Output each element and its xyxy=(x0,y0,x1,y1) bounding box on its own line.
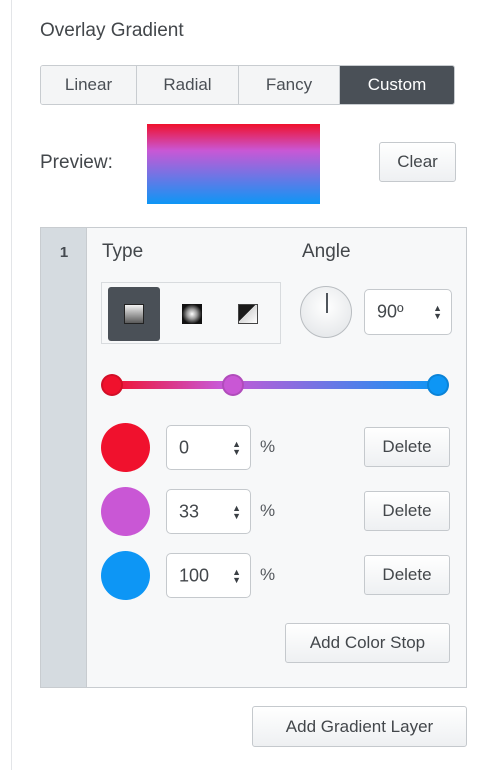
type-label: Type xyxy=(102,241,144,262)
stop-position-stepper[interactable]: 33 ▲ ▼ xyxy=(166,489,251,534)
stop-handle[interactable] xyxy=(427,374,449,396)
gradient-mode-tabs: Linear Radial Fancy Custom xyxy=(40,65,455,105)
linear-gradient-icon xyxy=(124,304,144,324)
angle-stepper[interactable]: 90º ▲ ▼ xyxy=(364,289,452,335)
stop-position-stepper[interactable]: 100 ▲ ▼ xyxy=(166,553,251,598)
percent-unit: % xyxy=(260,501,276,520)
tab-custom[interactable]: Custom xyxy=(340,66,454,104)
angle-label: Angle xyxy=(302,241,351,262)
tab-linear[interactable]: Linear xyxy=(41,66,137,104)
stepper-arrows-icon: ▲ ▼ xyxy=(232,438,241,457)
add-color-stop-button[interactable]: Add Color Stop xyxy=(285,623,450,663)
gradient-type-selector xyxy=(101,282,281,344)
delete-stop-button[interactable]: Delete xyxy=(364,555,450,595)
angle-value: 90º xyxy=(377,301,404,322)
type-linear-button[interactable] xyxy=(108,287,160,341)
stepper-arrows-icon: ▲ ▼ xyxy=(232,566,241,585)
delete-stop-button[interactable]: Delete xyxy=(364,427,450,467)
angle-dial-needle xyxy=(326,293,328,313)
stop-position-stepper[interactable]: 0 ▲ ▼ xyxy=(166,425,251,470)
angle-dial[interactable] xyxy=(300,286,352,338)
tab-fancy[interactable]: Fancy xyxy=(239,66,340,104)
color-stop-swatch[interactable] xyxy=(101,487,150,536)
type-fancy-button[interactable] xyxy=(222,287,274,341)
stepper-arrows-icon: ▲ ▼ xyxy=(232,502,241,521)
percent-unit: % xyxy=(260,437,276,456)
preview-label: Preview: xyxy=(40,152,113,173)
stop-handle[interactable] xyxy=(101,374,123,396)
clear-button[interactable]: Clear xyxy=(379,142,456,182)
layer-number: 1 xyxy=(59,244,69,261)
stepper-arrows-icon: ▲ ▼ xyxy=(433,303,442,321)
panel-left-border xyxy=(11,0,12,770)
gradient-preview xyxy=(147,124,320,204)
panel-title: Overlay Gradient xyxy=(40,20,184,41)
stop-position-value: 0 xyxy=(179,437,190,457)
stop-position-value: 33 xyxy=(179,501,200,521)
layer-index-bar: 1 xyxy=(41,228,87,687)
percent-unit: % xyxy=(260,565,276,584)
delete-stop-button[interactable]: Delete xyxy=(364,491,450,531)
tab-radial[interactable]: Radial xyxy=(137,66,239,104)
stop-handle[interactable] xyxy=(222,374,244,396)
gradient-stop-track[interactable] xyxy=(111,381,439,389)
add-gradient-layer-button[interactable]: Add Gradient Layer xyxy=(252,706,467,747)
stop-position-value: 100 xyxy=(179,565,210,585)
radial-gradient-icon xyxy=(182,304,202,324)
color-stop-swatch[interactable] xyxy=(101,423,150,472)
color-stop-swatch[interactable] xyxy=(101,551,150,600)
fancy-gradient-icon xyxy=(238,304,258,324)
type-radial-button[interactable] xyxy=(166,287,218,341)
